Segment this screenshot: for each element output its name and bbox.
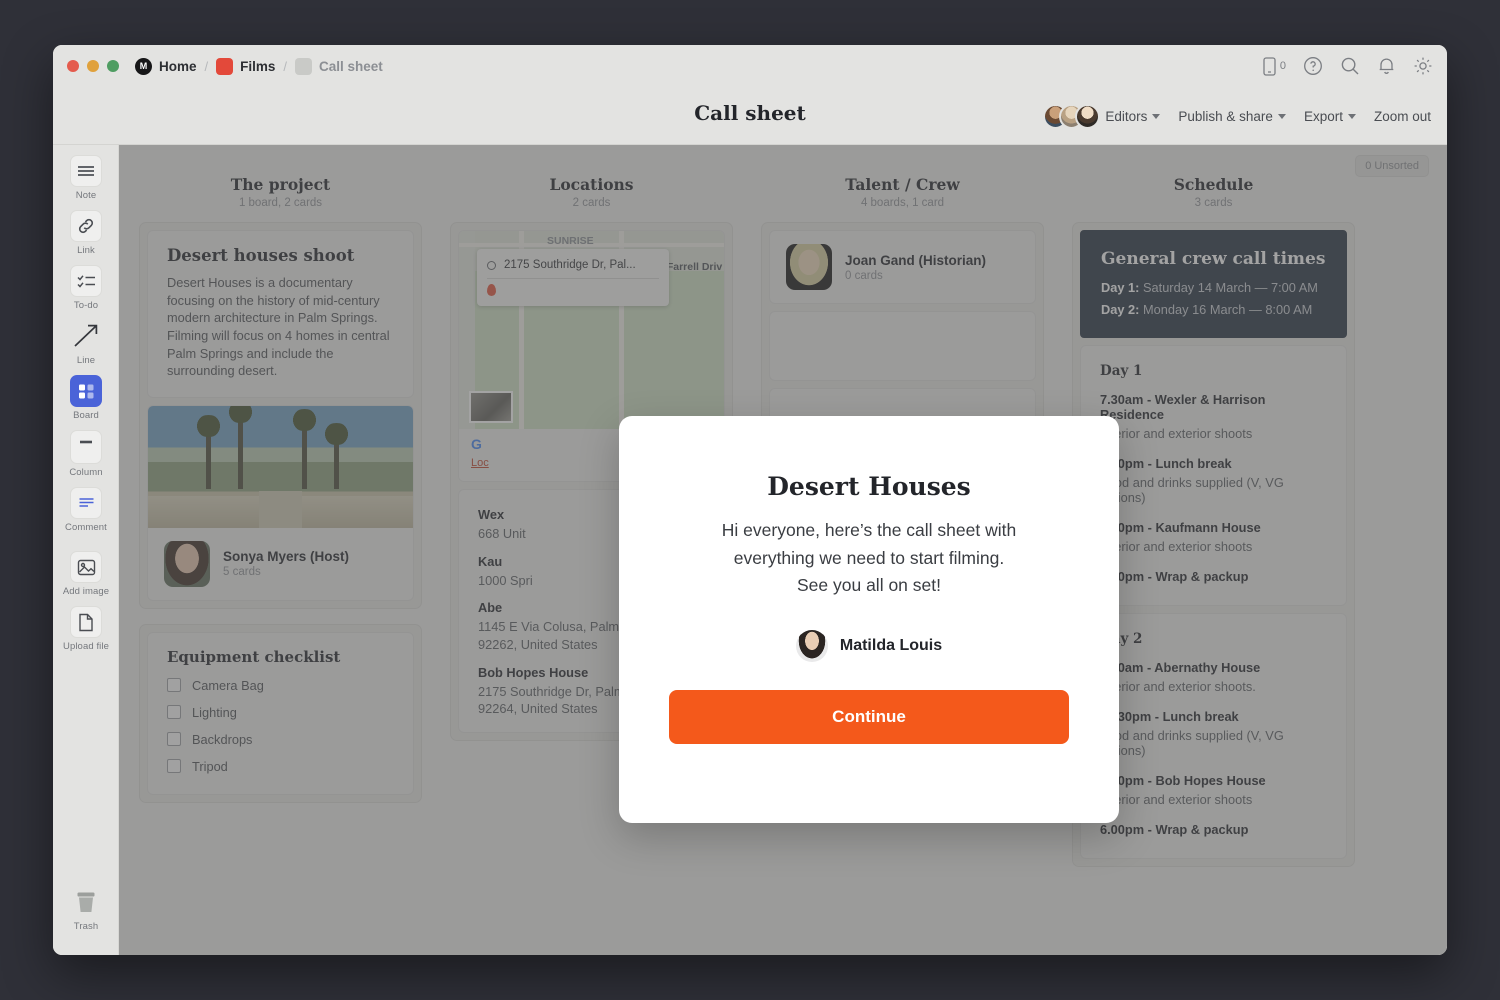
chevron-down-icon [1152,114,1160,119]
tool-rail: Note Link To-do [53,145,119,955]
tool-label-comment: Comment [65,522,107,533]
upload-file-icon [70,606,102,638]
comment-icon [70,487,102,519]
tool-trash[interactable]: Trash [53,886,119,932]
tool-label-link: Link [77,245,95,256]
publish-share-menu[interactable]: Publish & share [1178,109,1286,124]
editors-menu[interactable]: Editors [1043,104,1160,129]
modal-author-name: Matilda Louis [840,637,942,655]
add-image-icon [70,551,102,583]
publish-share-label: Publish & share [1178,109,1273,124]
breadcrumb-label-call-sheet: Call sheet [319,59,383,74]
zoom-out-label: Zoom out [1374,109,1431,124]
maximize-window-button[interactable] [107,60,119,72]
tool-add-image[interactable]: Add image [53,551,119,597]
close-window-button[interactable] [67,60,79,72]
tool-label-line: Line [77,355,95,366]
board-icon [70,375,102,407]
avatar [1075,104,1100,129]
tool-label-column: Column [69,467,102,478]
modal-author-row: Matilda Louis [669,630,1069,662]
breadcrumb-item-films[interactable]: Films [216,58,275,75]
continue-button[interactable]: Continue [669,690,1069,744]
breadcrumb-item-home[interactable]: M Home [135,58,197,75]
title-bar: M Home / Films / Call sheet 0 [53,45,1447,87]
red-square-icon [216,58,233,75]
mobile-preview-button[interactable]: 0 [1263,57,1286,76]
breadcrumb-label-home: Home [159,59,197,74]
mobile-count: 0 [1280,60,1286,72]
tool-label-upload-file: Upload file [63,641,109,652]
tool-column[interactable]: Column [53,430,119,478]
breadcrumb-separator: / [205,59,209,74]
modal-body-line-1: Hi everyone, here’s the call sheet with [669,517,1069,545]
tool-label-todo: To-do [74,300,98,311]
settings-icon[interactable] [1413,56,1433,76]
note-icon [70,155,102,187]
tool-link[interactable]: Link [53,210,119,256]
mobile-icon [1263,57,1276,76]
todo-icon [70,265,102,297]
zoom-out-button[interactable]: Zoom out [1374,109,1431,124]
breadcrumb-item-call-sheet[interactable]: Call sheet [295,58,383,75]
notification-icon[interactable] [1377,56,1396,76]
breadcrumb-label-films: Films [240,59,275,74]
breadcrumb: M Home / Films / Call sheet [135,58,383,75]
minimize-window-button[interactable] [87,60,99,72]
header-bar: Call sheet Editors Publish & share Expor… [53,87,1447,145]
tool-todo[interactable]: To-do [53,265,119,311]
tool-label-add-image: Add image [63,586,109,597]
board-canvas[interactable]: 0 Unsorted The project 1 board, 2 cards … [119,145,1447,955]
export-label: Export [1304,109,1343,124]
line-arrow-icon [70,320,102,352]
column-icon [70,430,102,464]
help-icon[interactable] [1303,56,1323,76]
modal-title: Desert Houses [669,472,1069,501]
tool-label-board: Board [73,410,99,421]
tool-comment[interactable]: Comment [53,487,119,533]
modal-body-line-2: everything we need to start filming. [669,545,1069,573]
chevron-down-icon [1278,114,1286,119]
link-icon [70,210,102,242]
tool-label-trash: Trash [74,921,98,932]
tool-label-note: Note [76,190,96,201]
tool-line[interactable]: Line [53,320,119,366]
welcome-modal: Desert Houses Hi everyone, here’s the ca… [619,416,1119,823]
search-icon[interactable] [1340,56,1360,76]
tool-note[interactable]: Note [53,155,119,201]
chevron-down-icon [1348,114,1356,119]
tool-upload-file[interactable]: Upload file [53,606,119,652]
modal-body-line-3: See you all on set! [669,572,1069,600]
breadcrumb-separator-2: / [283,59,287,74]
avatar [796,630,828,662]
editors-label: Editors [1105,109,1147,124]
header-actions: Editors Publish & share Export Zoom out [1043,87,1431,145]
app-logo-icon: M [135,58,152,75]
titlebar-actions: 0 [1263,45,1433,87]
workspace: Note Link To-do [53,145,1447,955]
app-window: M Home / Films / Call sheet 0 [53,45,1447,955]
modal-body: Hi everyone, here’s the call sheet with … [669,517,1069,600]
trash-icon [70,886,102,918]
export-menu[interactable]: Export [1304,109,1356,124]
grey-square-icon [295,58,312,75]
window-controls[interactable] [67,60,119,72]
editor-avatars [1043,104,1100,129]
tool-board[interactable]: Board [53,375,119,421]
